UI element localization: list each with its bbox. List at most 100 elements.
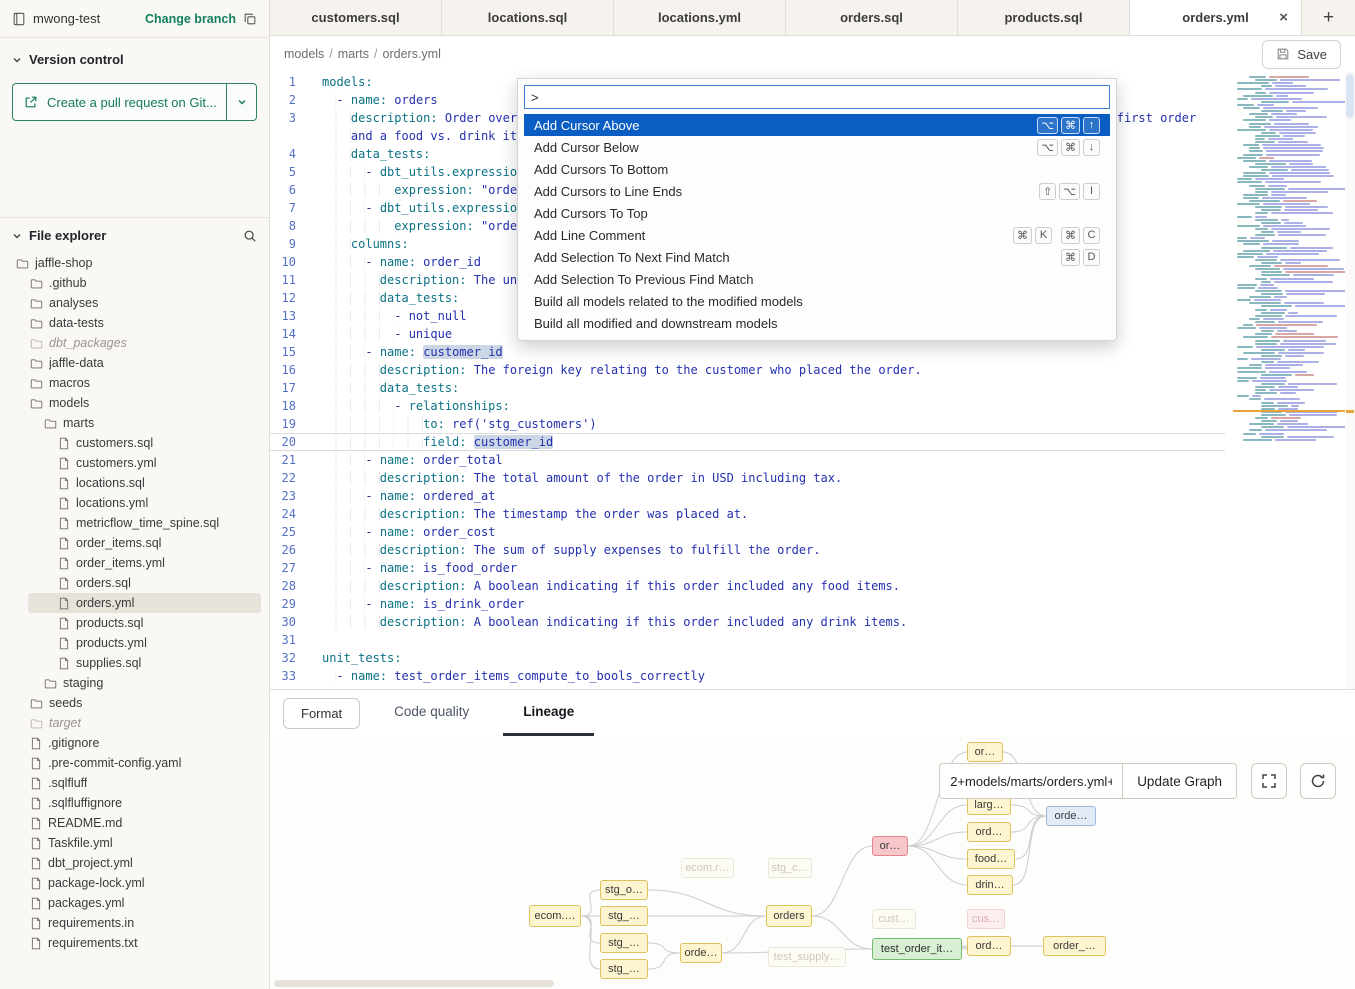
tree-item-seeds[interactable]: seeds — [0, 693, 269, 713]
code-line-21[interactable]: 21 - name: order_total — [270, 451, 1225, 469]
tree-item-requirements.txt[interactable]: requirements.txt — [0, 933, 269, 953]
code-line-25[interactable]: 25 - name: order_cost — [270, 523, 1225, 541]
tree-item-.sqlfluffignore[interactable]: .sqlfluffignore — [0, 793, 269, 813]
scrollbar-thumb[interactable] — [1346, 74, 1354, 118]
lineage-node-orders[interactable]: orders — [766, 905, 812, 927]
lineage-node-cus-[interactable]: cus… — [967, 909, 1005, 929]
pr-dropdown-caret[interactable] — [226, 84, 256, 120]
tab-orders.sql[interactable]: orders.sql — [786, 0, 958, 35]
search-icon[interactable] — [243, 229, 257, 243]
tree-item-dbt_packages[interactable]: dbt_packages — [0, 333, 269, 353]
palette-item[interactable]: Add Cursor Below⌥⌘↓ — [524, 136, 1110, 158]
code-line-29[interactable]: 29 - name: is_drink_order — [270, 595, 1225, 613]
tree-item-.pre-commit-config.yaml[interactable]: .pre-commit-config.yaml — [0, 753, 269, 773]
lineage-node-ecom-[interactable]: ecom.… — [529, 905, 581, 927]
tree-item-locations.yml[interactable]: locations.yml — [0, 493, 269, 513]
tree-item-jaffle-data[interactable]: jaffle-data — [0, 353, 269, 373]
lineage-node-or-[interactable]: or… — [872, 836, 908, 856]
lineage-node-stg-[interactable]: stg_… — [600, 959, 648, 979]
tree-item-products.yml[interactable]: products.yml — [0, 633, 269, 653]
lineage-node-orde-[interactable]: orde… — [1046, 806, 1096, 826]
code-line-20[interactable]: 20 field: customer_id — [270, 433, 1225, 451]
lineage-node-stg-[interactable]: stg_… — [600, 906, 648, 926]
tree-item-order_items.sql[interactable]: order_items.sql — [0, 533, 269, 553]
palette-item[interactable]: Add Cursor Above⌥⌘↑ — [524, 114, 1110, 136]
minimap[interactable] — [1233, 74, 1345, 454]
code-line-19[interactable]: 19 to: ref('stg_customers') — [270, 415, 1225, 433]
tree-item-orders.yml[interactable]: orders.yml — [28, 593, 261, 613]
tree-item-orders.sql[interactable]: orders.sql — [0, 573, 269, 593]
lineage-node-stg-c-[interactable]: stg_c… — [768, 858, 812, 878]
code-line-18[interactable]: 18 - relationships: — [270, 397, 1225, 415]
file-explorer-header[interactable]: File explorer — [0, 218, 269, 249]
tree-item-Taskfile.yml[interactable]: Taskfile.yml — [0, 833, 269, 853]
palette-item[interactable]: Add Cursors To Top — [524, 202, 1110, 224]
editor-scrollbar[interactable] — [1345, 72, 1355, 689]
tree-item-jaffle-shop[interactable]: jaffle-shop — [0, 253, 269, 273]
tree-item-data-tests[interactable]: data-tests — [0, 313, 269, 333]
code-line-33[interactable]: 33 - name: test_order_items_compute_to_b… — [270, 667, 1225, 685]
tree-item-target[interactable]: target — [0, 713, 269, 733]
code-line-17[interactable]: 17 data_tests: — [270, 379, 1225, 397]
tab-code-quality[interactable]: Code quality — [374, 690, 489, 736]
tree-item-README.md[interactable]: README.md — [0, 813, 269, 833]
lineage-node-ord-[interactable]: ord… — [967, 822, 1011, 842]
palette-item[interactable]: Add Selection To Next Find Match⌘D — [524, 246, 1110, 268]
version-control-header[interactable]: Version control — [12, 46, 257, 73]
code-line-27[interactable]: 27 - name: is_food_order — [270, 559, 1225, 577]
tree-item-packages.yml[interactable]: packages.yml — [0, 893, 269, 913]
tree-item-staging[interactable]: staging — [0, 673, 269, 693]
palette-item[interactable]: Add Cursors To Bottom — [524, 158, 1110, 180]
copy-icon[interactable] — [243, 12, 257, 26]
code-line-28[interactable]: 28 description: A boolean indicating if … — [270, 577, 1225, 595]
command-palette-input[interactable] — [524, 85, 1110, 109]
tree-item-requirements.in[interactable]: requirements.in — [0, 913, 269, 933]
tab-customers.sql[interactable]: customers.sql — [270, 0, 442, 35]
tree-item-.gitignore[interactable]: .gitignore — [0, 733, 269, 753]
tree-item-customers.yml[interactable]: customers.yml — [0, 453, 269, 473]
save-button[interactable]: Save — [1262, 40, 1341, 69]
lineage-node-orde-[interactable]: orde… — [680, 943, 722, 963]
lineage-canvas[interactable]: Update Graph ecom.…stg_o…stg_…stg_…stg_ — [270, 736, 1355, 989]
code-line-32[interactable]: 32unit_tests: — [270, 649, 1225, 667]
code-line-24[interactable]: 24 description: The timestamp the order … — [270, 505, 1225, 523]
tab-locations.yml[interactable]: locations.yml — [614, 0, 786, 35]
update-graph-button[interactable]: Update Graph — [1122, 764, 1236, 798]
code-line-31[interactable]: 31 — [270, 631, 1225, 649]
refresh-button[interactable] — [1300, 763, 1336, 799]
lineage-node-test-order-it-[interactable]: test_order_it… — [872, 938, 962, 960]
palette-item[interactable]: Add Line Comment⌘K⌘C — [524, 224, 1110, 246]
code-line-22[interactable]: 22 description: The total amount of the … — [270, 469, 1225, 487]
tree-item-.github[interactable]: .github — [0, 273, 269, 293]
lineage-node-ord-[interactable]: ord… — [967, 936, 1011, 956]
tree-item-order_items.yml[interactable]: order_items.yml — [0, 553, 269, 573]
tree-item-models[interactable]: models — [0, 393, 269, 413]
change-branch-link[interactable]: Change branch — [145, 12, 236, 26]
lineage-node-stg-o-[interactable]: stg_o… — [600, 880, 648, 900]
tree-item-products.sql[interactable]: products.sql — [0, 613, 269, 633]
tab-lineage[interactable]: Lineage — [503, 690, 594, 736]
tree-item-.sqlfluff[interactable]: .sqlfluff — [0, 773, 269, 793]
lineage-node-ecom-r-[interactable]: ecom.r… — [681, 858, 734, 878]
palette-item[interactable]: Build all modified and downstream models — [524, 312, 1110, 334]
palette-item[interactable]: Build all models related to the modified… — [524, 290, 1110, 312]
tree-item-macros[interactable]: macros — [0, 373, 269, 393]
tab-locations.sql[interactable]: locations.sql — [442, 0, 614, 35]
palette-item[interactable]: Add Selection To Previous Find Match — [524, 268, 1110, 290]
lineage-node-food-[interactable]: food… — [967, 849, 1015, 869]
code-line-16[interactable]: 16 description: The foreign key relating… — [270, 361, 1225, 379]
lineage-filter-input[interactable] — [940, 764, 1122, 798]
new-tab-button[interactable]: + — [1302, 0, 1355, 35]
tree-item-metricflow_time_spine.sql[interactable]: metricflow_time_spine.sql — [0, 513, 269, 533]
close-icon[interactable]: × — [1279, 10, 1288, 25]
lineage-node-stg-[interactable]: stg_… — [600, 933, 648, 953]
lineage-node-drin-[interactable]: drin… — [967, 875, 1013, 895]
tree-item-supplies.sql[interactable]: supplies.sql — [0, 653, 269, 673]
format-button[interactable]: Format — [283, 698, 360, 729]
code-line-15[interactable]: 15 - name: customer_id — [270, 343, 1225, 361]
lineage-node-cust-[interactable]: cust… — [872, 909, 916, 929]
lineage-node-or-[interactable]: or… — [967, 742, 1003, 762]
tree-item-package-lock.yml[interactable]: package-lock.yml — [0, 873, 269, 893]
create-pr-button[interactable]: Create a pull request on Git... — [12, 83, 257, 121]
fullscreen-button[interactable] — [1251, 763, 1287, 799]
